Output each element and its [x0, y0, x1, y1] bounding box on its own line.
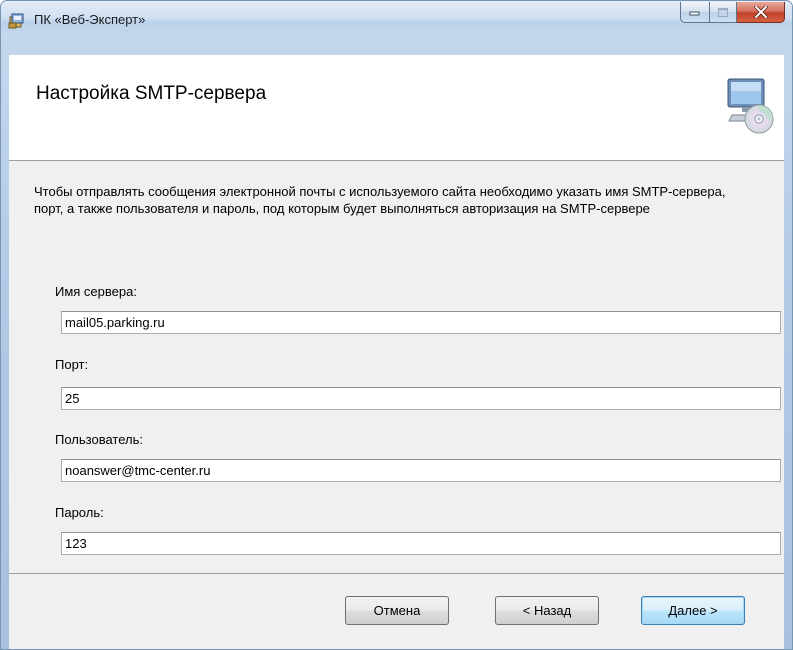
next-button[interactable]: Далее >	[641, 596, 745, 625]
page-title: Настройка SMTP-сервера	[36, 83, 267, 104]
maximize-icon	[718, 7, 728, 17]
next-button-label: алее >	[677, 603, 718, 618]
password-input[interactable]	[61, 532, 781, 555]
window-title: ПК «Веб-Эксперт»	[34, 12, 146, 27]
window-controls	[680, 2, 785, 24]
next-button-accelerator: Д	[668, 603, 678, 618]
minimize-button[interactable]	[680, 2, 710, 23]
password-label: Пароль:	[55, 505, 104, 520]
server-name-label: Имя сервера:	[55, 284, 137, 299]
header-panel: Настройка SMTP-сервера	[9, 55, 784, 161]
maximize-button[interactable]	[710, 2, 737, 23]
minimize-icon	[689, 11, 700, 16]
server-name-input[interactable]	[61, 311, 781, 334]
settings-panel: Чтобы отправлять сообщения электронной п…	[9, 161, 784, 574]
description-text: Чтобы отправлять сообщения электронной п…	[34, 184, 726, 216]
computer-with-disc-icon	[726, 77, 774, 135]
port-label: Порт:	[55, 357, 89, 372]
close-button[interactable]	[737, 2, 785, 23]
user-label: Пользователь:	[55, 432, 143, 447]
close-icon	[753, 6, 768, 18]
title-bar[interactable]: ПК «Веб-Эксперт»	[1, 1, 792, 39]
installer-window: ПК «Веб-Эксперт» Настройка SMTP-сервера …	[0, 0, 793, 650]
back-button[interactable]: < Назад	[495, 596, 599, 625]
user-input[interactable]	[61, 459, 781, 482]
port-input[interactable]	[61, 387, 781, 410]
installer-package-icon	[8, 11, 26, 29]
cancel-button[interactable]: Отмена	[345, 596, 449, 625]
button-bar: Отмена < Назад Далее >	[9, 574, 784, 649]
